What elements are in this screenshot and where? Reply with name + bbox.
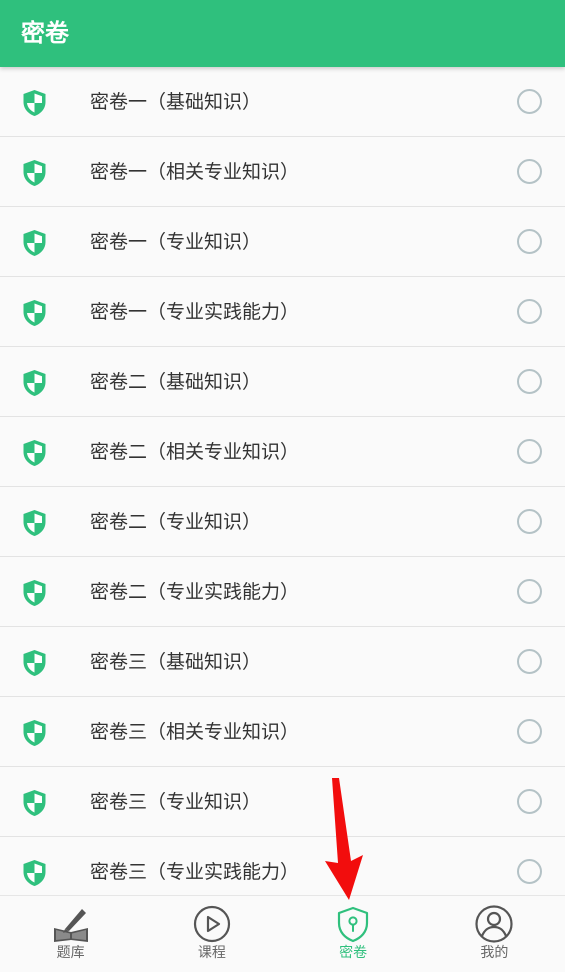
list-item[interactable]: 密卷二（相关专业知识） xyxy=(0,417,565,487)
shield-icon xyxy=(23,790,46,816)
nav-label: 我的 xyxy=(480,945,509,961)
radio-button[interactable] xyxy=(517,229,542,254)
list-item-label: 密卷二（专业知识） xyxy=(90,511,262,533)
radio-button[interactable] xyxy=(517,159,542,184)
list-item[interactable]: 密卷一（专业知识） xyxy=(0,207,565,277)
list-item[interactable]: 密卷一（基础知识） xyxy=(0,67,565,137)
list-item[interactable]: 密卷三（基础知识） xyxy=(0,627,565,697)
radio-button[interactable] xyxy=(517,649,542,674)
book-pen-icon xyxy=(53,909,88,942)
list-item[interactable]: 密卷一（专业实践能力） xyxy=(0,277,565,347)
shield-icon xyxy=(23,580,46,606)
nav-label: 课程 xyxy=(197,945,226,961)
shield-lock-icon xyxy=(338,906,369,943)
play-circle-icon xyxy=(193,905,230,943)
radio-button[interactable] xyxy=(517,369,542,394)
list-item[interactable]: 密卷三（专业实践能力） xyxy=(0,837,565,895)
nav-item-courses[interactable]: 课程 xyxy=(141,896,282,972)
radio-button[interactable] xyxy=(517,719,542,744)
nav-label: 题库 xyxy=(56,945,85,961)
list-item-label: 密卷一（专业实践能力） xyxy=(90,301,300,323)
list-item-label: 密卷一（专业知识） xyxy=(90,231,262,253)
shield-icon xyxy=(23,300,46,326)
radio-button[interactable] xyxy=(517,439,542,464)
list-item-label: 密卷一（基础知识） xyxy=(90,91,262,113)
paper-list: 密卷一（基础知识） 密卷一（相关专业知识） 密卷一（专业知识） 密卷一（专业实践能力）… xyxy=(0,67,565,895)
shield-icon xyxy=(23,650,46,676)
list-item[interactable]: 密卷三（专业知识） xyxy=(0,767,565,837)
shield-icon xyxy=(23,160,46,186)
shield-icon xyxy=(23,440,46,466)
list-item-label: 密卷一（相关专业知识） xyxy=(90,161,300,183)
shield-icon xyxy=(23,370,46,396)
shield-icon xyxy=(23,90,46,116)
radio-button[interactable] xyxy=(517,299,542,324)
list-item-label: 密卷三（专业实践能力） xyxy=(90,861,300,883)
radio-button[interactable] xyxy=(517,89,542,114)
list-item-label: 密卷二（基础知识） xyxy=(90,371,262,393)
list-item[interactable]: 密卷一（相关专业知识） xyxy=(0,137,565,207)
radio-button[interactable] xyxy=(517,509,542,534)
nav-item-mine[interactable]: 我的 xyxy=(424,896,565,972)
bottom-navigation: 题库 课程 密卷 我的 xyxy=(0,895,565,972)
radio-button[interactable] xyxy=(517,789,542,814)
list-item[interactable]: 密卷二（专业实践能力） xyxy=(0,557,565,627)
shield-icon xyxy=(23,720,46,746)
list-item[interactable]: 密卷二（基础知识） xyxy=(0,347,565,417)
list-item-label: 密卷三（专业知识） xyxy=(90,791,262,813)
nav-item-secret[interactable]: 密卷 xyxy=(283,896,424,972)
list-item-label: 密卷三（基础知识） xyxy=(90,651,262,673)
nav-label: 密卷 xyxy=(339,945,368,961)
list-item-label: 密卷三（相关专业知识） xyxy=(90,721,300,743)
shield-icon xyxy=(23,510,46,536)
list-item[interactable]: 密卷二（专业知识） xyxy=(0,487,565,557)
radio-button[interactable] xyxy=(517,859,542,884)
user-circle-icon xyxy=(475,905,513,943)
shield-icon xyxy=(23,230,46,256)
list-item-label: 密卷二（相关专业知识） xyxy=(90,441,300,463)
list-item-label: 密卷二（专业实践能力） xyxy=(90,581,300,603)
list-item[interactable]: 密卷三（相关专业知识） xyxy=(0,697,565,767)
shield-icon xyxy=(23,860,46,886)
nav-item-question-bank[interactable]: 题库 xyxy=(0,896,141,972)
radio-button[interactable] xyxy=(517,579,542,604)
app-bar: 密卷 xyxy=(0,0,565,67)
page-title: 密卷 xyxy=(21,19,69,47)
